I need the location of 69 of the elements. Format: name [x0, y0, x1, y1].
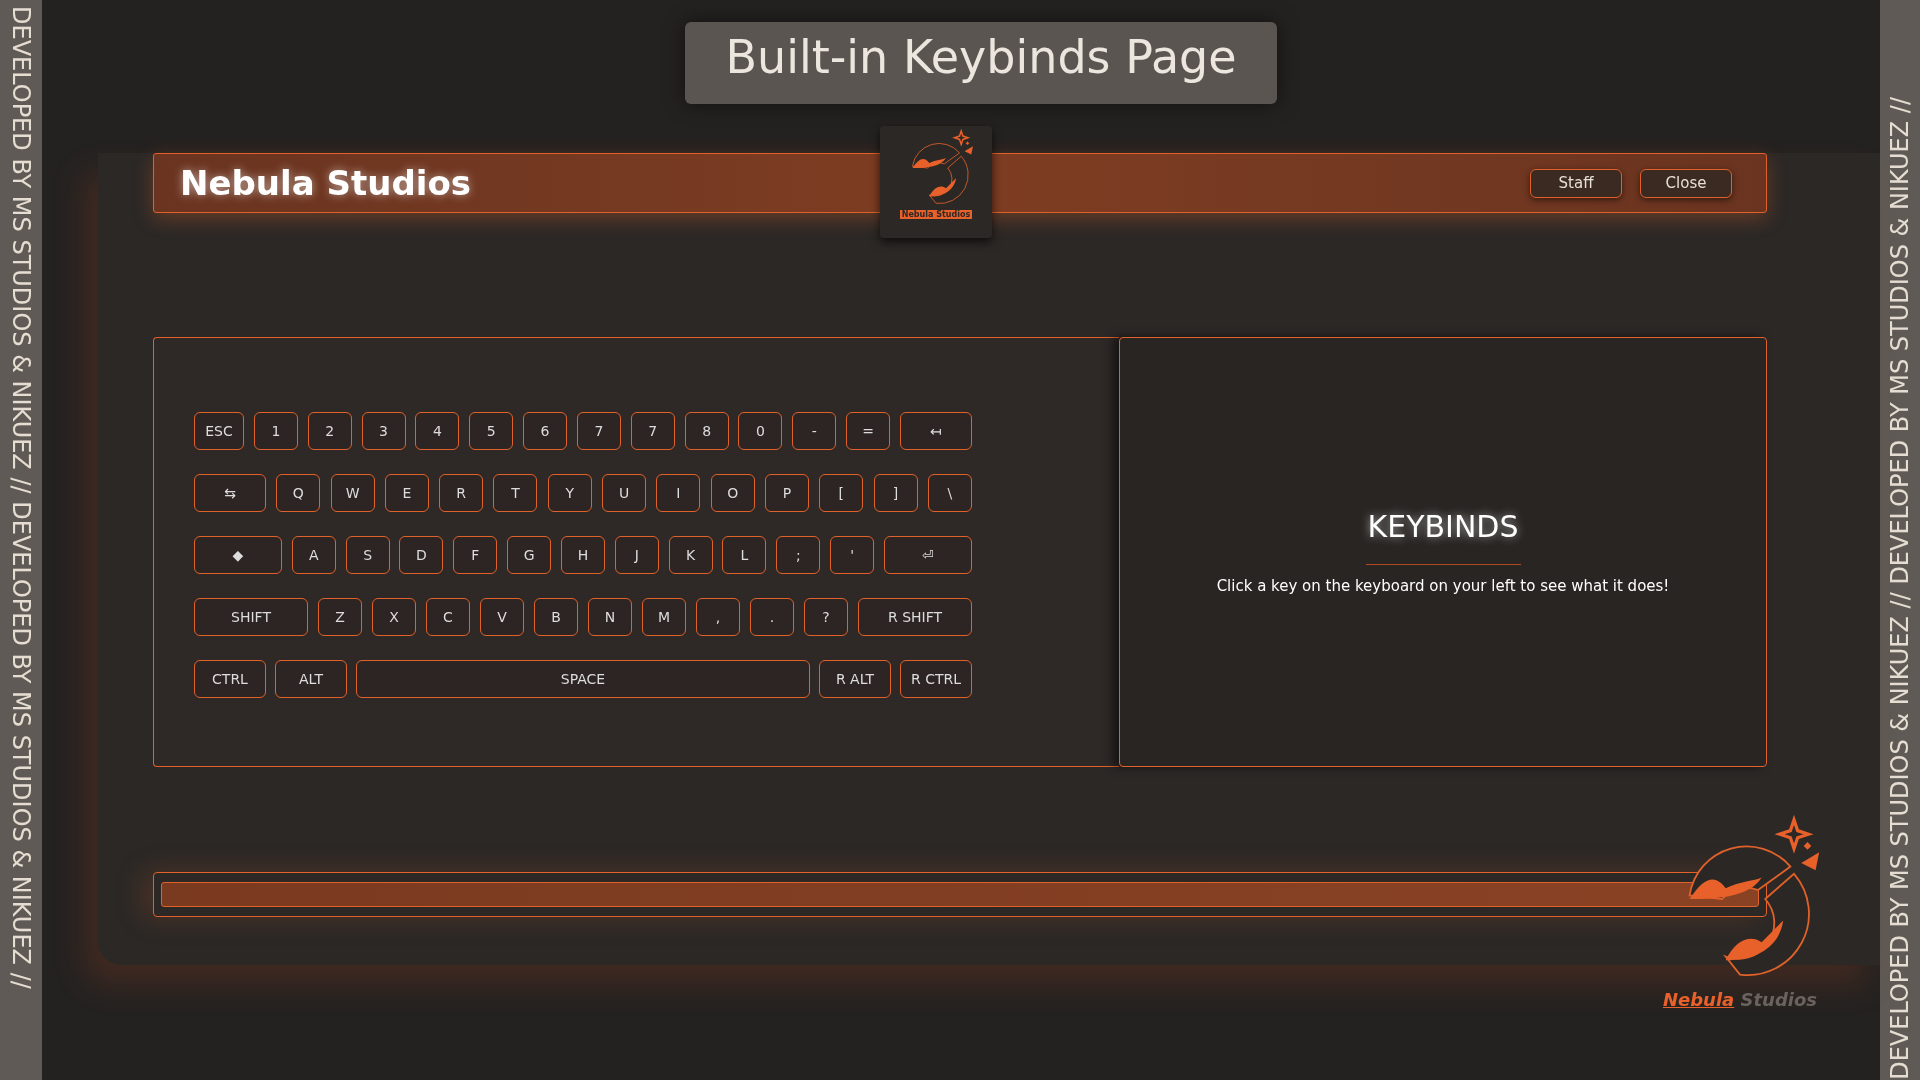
- keyboard-key[interactable]: ALT: [275, 660, 347, 698]
- keyboard-key[interactable]: 2: [307, 412, 352, 450]
- keyboard-key[interactable]: K: [668, 536, 713, 574]
- keyboard-key[interactable]: 6: [523, 412, 568, 450]
- keyboard-key[interactable]: D: [399, 536, 444, 574]
- keyboard-key[interactable]: T: [493, 474, 538, 512]
- header-button[interactable]: Close: [1640, 168, 1732, 198]
- keyboard-key[interactable]: E: [384, 474, 429, 512]
- keyboard-key[interactable]: G: [507, 536, 552, 574]
- keyboard-key[interactable]: Q: [276, 474, 321, 512]
- keyboard-key[interactable]: 8: [684, 412, 729, 450]
- keyboard-key[interactable]: 1: [253, 412, 298, 450]
- keyboard-key[interactable]: ◆: [194, 536, 282, 574]
- keyboard-key[interactable]: J: [614, 536, 659, 574]
- keyboard-key[interactable]: ]: [873, 474, 918, 512]
- keyboard-key[interactable]: F: [453, 536, 498, 574]
- keyboard-key[interactable]: X: [372, 598, 416, 636]
- keyboard-key[interactable]: ⏎: [883, 536, 972, 574]
- keyboard-key[interactable]: =: [846, 412, 891, 450]
- keyboard-key[interactable]: P: [764, 474, 809, 512]
- keyboard-key[interactable]: .: [750, 598, 794, 636]
- keyboard-key[interactable]: R CTRL: [900, 660, 972, 698]
- logo-caption: Nebula Studios: [899, 210, 973, 219]
- keyboard-key[interactable]: A: [291, 536, 336, 574]
- keyboard-key[interactable]: R: [439, 474, 484, 512]
- keyboard-key[interactable]: 7: [576, 412, 621, 450]
- keyboard-key[interactable]: ;: [776, 536, 821, 574]
- keyboard-key[interactable]: V: [480, 598, 524, 636]
- keyboard-key[interactable]: S: [345, 536, 390, 574]
- side-banner-text: DEVELOPED BY MS STUDIOS & NIKUEZ // DEVELOPED BY MS STUDIOS & NIKUEZ //: [1886, 96, 1914, 1080]
- keyboard-key[interactable]: SHIFT: [194, 598, 308, 636]
- keyboard-key[interactable]: N: [588, 598, 632, 636]
- keyboard-key[interactable]: ↤: [899, 412, 972, 450]
- keyboard-key[interactable]: 4: [415, 412, 460, 450]
- keyboard-key[interactable]: M: [642, 598, 686, 636]
- keyboard-key[interactable]: \: [927, 474, 972, 512]
- keyboard-key[interactable]: I: [656, 474, 701, 512]
- brand-title: Nebula Studios: [180, 163, 473, 203]
- info-text: Click a key on the keyboard on your left to see what it does!: [1216, 577, 1670, 595]
- keyboard-key[interactable]: ?: [804, 598, 848, 636]
- logo-wordmark: Studios: [1740, 989, 1818, 1010]
- keyboard-key[interactable]: 7: [630, 412, 675, 450]
- logo-wordmark: Nebula: [1662, 989, 1735, 1010]
- keyboard-key[interactable]: 3: [361, 412, 406, 450]
- header-button[interactable]: Staff: [1530, 168, 1622, 198]
- keyboard-key[interactable]: -: [792, 412, 837, 450]
- keyboard-key[interactable]: R ALT: [819, 660, 891, 698]
- keyboard-key[interactable]: Z: [318, 598, 362, 636]
- page-title: Built-in Keybinds Page: [685, 22, 1277, 104]
- keyboard-key[interactable]: ESC: [194, 412, 244, 450]
- side-banner-text: DEVELOPED BY MS STUDIOS & NIKUEZ // DEVELOPED BY MS STUDIOS & NIKUEZ //: [7, 5, 35, 989]
- keyboard-key[interactable]: 0: [738, 412, 783, 450]
- keyboard-key[interactable]: U: [602, 474, 647, 512]
- keyboard-key[interactable]: ⇆: [194, 474, 266, 512]
- keyboard-key[interactable]: W: [330, 474, 375, 512]
- keyboard-key[interactable]: L: [722, 536, 767, 574]
- info-heading: KEYBINDS: [1367, 509, 1519, 544]
- keyboard-key[interactable]: SPACE: [356, 660, 810, 698]
- keyboard-key[interactable]: H: [560, 536, 605, 574]
- keyboard-key[interactable]: 5: [469, 412, 514, 450]
- keyboard-key[interactable]: CTRL: [194, 660, 266, 698]
- keyboard-key[interactable]: O: [710, 474, 755, 512]
- keyboard-key[interactable]: [: [819, 474, 864, 512]
- keyboard-key[interactable]: Y: [547, 474, 592, 512]
- keyboard-key[interactable]: ': [830, 536, 875, 574]
- keyboard-key[interactable]: R SHIFT: [858, 598, 972, 636]
- keyboard-key[interactable]: C: [426, 598, 470, 636]
- keyboard-key[interactable]: ,: [696, 598, 740, 636]
- keyboard-key[interactable]: B: [534, 598, 578, 636]
